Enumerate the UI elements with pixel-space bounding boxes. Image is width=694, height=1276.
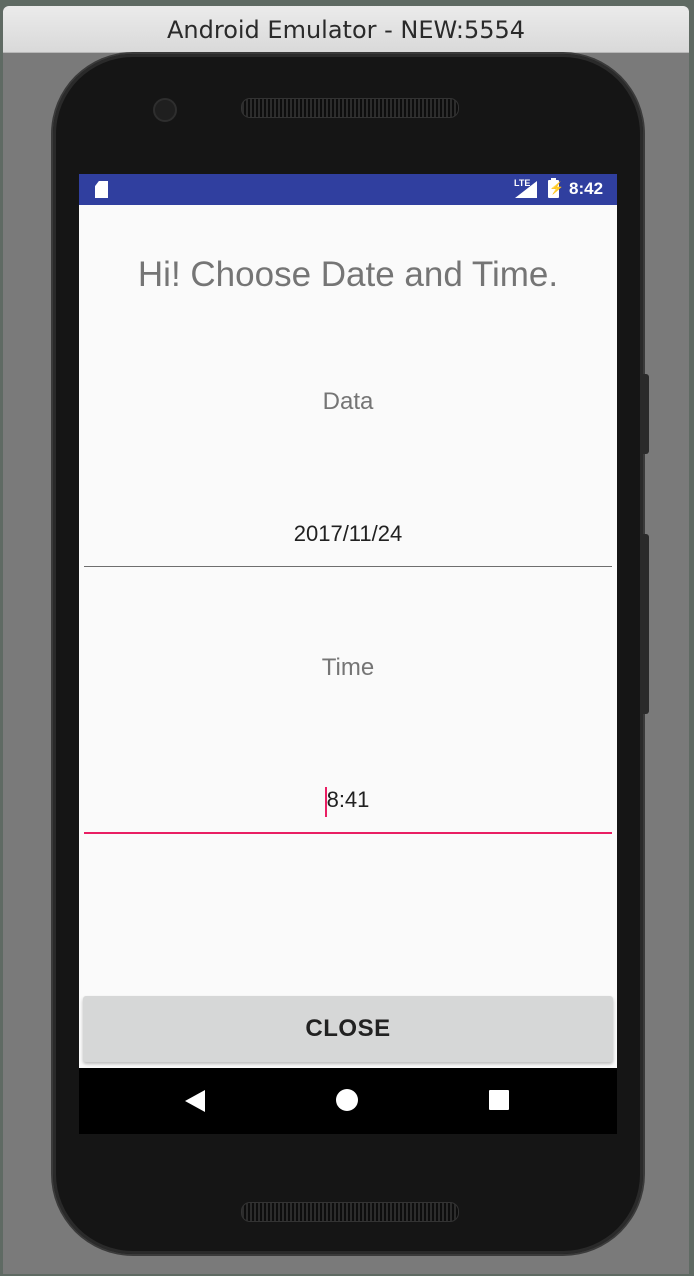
sd-card-icon — [95, 181, 108, 198]
time-label: Time — [321, 654, 375, 681]
navigation-bar — [79, 1068, 617, 1134]
date-field[interactable] — [84, 519, 612, 549]
bottom-speaker — [241, 1202, 459, 1222]
back-icon[interactable] — [185, 1090, 205, 1112]
time-field[interactable] — [84, 785, 612, 815]
volume-rocker[interactable] — [643, 534, 649, 714]
page-title: Hi! Choose Date and Time. — [137, 255, 559, 294]
home-icon[interactable] — [336, 1089, 358, 1111]
close-button[interactable]: CLOSE — [83, 996, 613, 1062]
status-bar: LTE ⚡ 8:42 — [79, 174, 617, 205]
emulator-window: Android Emulator - NEW:5554 LTE ⚡ 8:42 H… — [3, 6, 689, 1274]
app-content: Hi! Choose Date and Time. Data Time CLOS… — [79, 205, 617, 1068]
battery-charging-icon: ⚡ — [548, 178, 564, 198]
text-cursor — [325, 787, 327, 817]
device-screen: LTE ⚡ 8:42 Hi! Choose Date and Time. Dat… — [79, 174, 617, 1134]
power-button[interactable] — [643, 374, 649, 454]
recents-icon[interactable] — [489, 1090, 509, 1110]
window-title: Android Emulator - NEW:5554 — [3, 6, 689, 53]
time-field-underline — [84, 832, 612, 834]
date-label: Data — [322, 388, 374, 415]
front-camera — [153, 98, 177, 122]
status-clock: 8:42 — [569, 179, 604, 198]
date-field-underline — [84, 566, 612, 567]
phone-frame: LTE ⚡ 8:42 Hi! Choose Date and Time. Dat… — [53, 54, 649, 1254]
network-type: LTE — [514, 178, 531, 188]
top-speaker — [241, 98, 459, 118]
